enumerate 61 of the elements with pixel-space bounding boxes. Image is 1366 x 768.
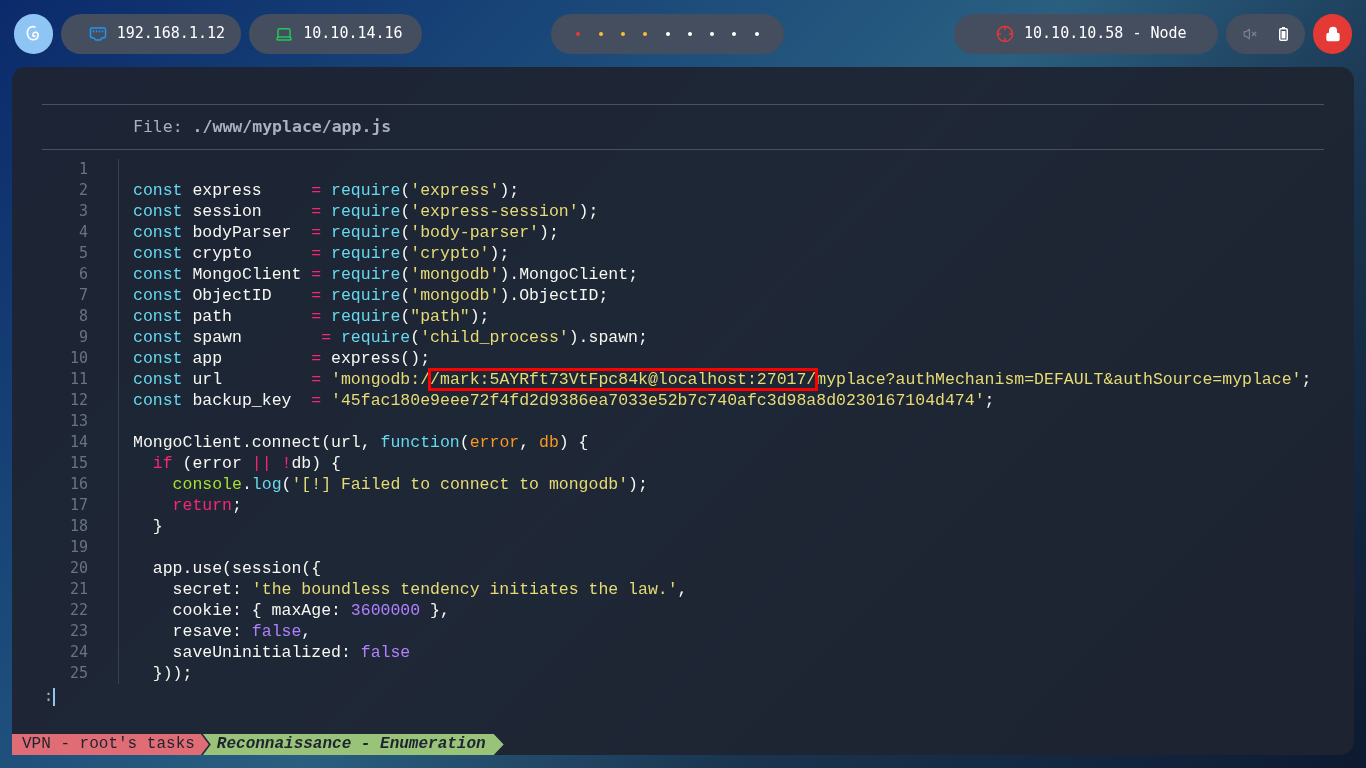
code-line: const express = require('express'); [133, 180, 520, 201]
code-line: console.log('[!] Failed to connect to mongodb'); [171, 474, 648, 495]
line-number: 3 [78, 201, 88, 222]
code-line: return; [171, 495, 242, 516]
line-number: 25 [69, 663, 88, 684]
line-number: 24 [69, 642, 88, 663]
code-line: const session = require('express-session'); [133, 201, 599, 222]
vpn-ip-text: 10.10.14.16 [303, 23, 403, 45]
line-number: 15 [69, 453, 88, 474]
line-number: 21 [69, 579, 88, 600]
line-number: 14 [69, 432, 88, 453]
line-number: 8 [78, 306, 88, 327]
code-line: const ObjectID = require('mongodb').ObjectID; [133, 285, 609, 306]
line-number: 22 [69, 600, 88, 621]
crosshair-icon [996, 24, 1014, 43]
line-number: 5 [78, 243, 88, 264]
code-line: const crypto = require('crypto'); [133, 243, 510, 264]
code-line: const backup_key = '45fac180e9eee72f4fd2d9386ea7033e52b7c740afc3d98a8d0230167104d474'; [133, 390, 995, 411]
line-number: 1 [78, 159, 88, 180]
lock-icon [1324, 25, 1341, 42]
text-cursor [53, 687, 55, 706]
code-line: MongoClient.connect(url, function(error, db) { [133, 432, 589, 453]
ethernet-icon [88, 24, 107, 43]
line-number: 18 [69, 516, 88, 537]
code-line: cookie: { maxAge: 3600000 }, [171, 600, 450, 621]
line-number: 23 [69, 621, 88, 642]
file-header: File: ./www/myplace/app.js [133, 115, 392, 138]
code-line: secret: 'the boundless tendency initiates the law.', [171, 579, 688, 600]
code-line: })); [151, 663, 193, 684]
code-line: const MongoClient = require('mongodb').MongoClient; [133, 264, 639, 285]
code-line: app.use(session({ [151, 558, 322, 579]
line-number: 13 [69, 411, 88, 432]
distro-logo-icon[interactable] [14, 13, 53, 54]
code-line: const bodyParser = require('body-parser'); [133, 222, 559, 243]
line-number: 4 [78, 222, 88, 243]
session-tab[interactable]: VPN - root's tasks [12, 734, 209, 755]
line-number: 10 [69, 348, 88, 369]
code-line: const spawn = require('child_process').spawn; [133, 327, 648, 348]
code-line: if (error || !db) { [151, 453, 341, 474]
target-text: 10.10.10.58 - Node [1024, 23, 1187, 45]
window-tab[interactable]: Reconnaissance - Enumeration [202, 734, 504, 755]
line-number: 6 [78, 264, 88, 285]
battery-icon [1279, 26, 1289, 41]
code-line: const path = require("path"); [133, 306, 490, 327]
line-number: 9 [78, 327, 88, 348]
code-line: const url = 'mongodb://mark:5AYRft73VtFpc84k@localhost:27017/myplace?authMechanism=DEFAULT&authSource=myplace'; [133, 369, 1312, 390]
local-ip-text: 192.168.1.12 [116, 23, 225, 45]
lock-button[interactable] [1313, 13, 1353, 54]
code-line: } [151, 516, 163, 537]
code-line: resave: false, [171, 621, 312, 642]
line-number: 11 [69, 369, 88, 390]
line-number: 2 [78, 180, 88, 201]
line-number: 16 [69, 474, 88, 495]
line-number: 12 [69, 390, 88, 411]
line-number: 20 [69, 558, 88, 579]
code-line: const app = express(); [133, 348, 431, 369]
line-number: 7 [78, 285, 88, 306]
line-number: 19 [69, 537, 88, 558]
line-number: 17 [69, 495, 88, 516]
code-line: saveUninitialized: false [171, 642, 411, 663]
pager-prompt: : [44, 686, 54, 708]
